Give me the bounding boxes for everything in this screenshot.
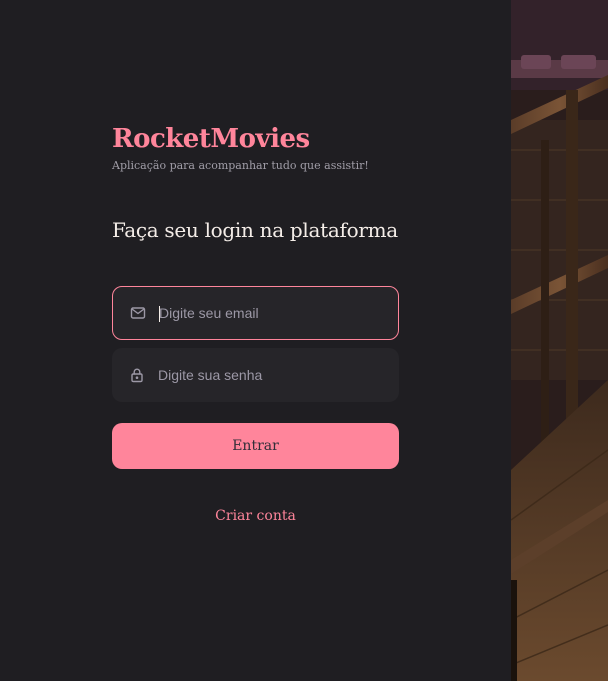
login-heading: Faça seu login na plataforma [112,218,398,242]
login-panel: RocketMovies Aplicação para acompanhar t… [0,0,511,681]
app-logo-title: RocketMovies [112,124,310,154]
password-field[interactable] [112,348,399,402]
mail-icon [130,307,146,319]
email-input[interactable] [159,287,386,339]
cinema-seats-photo [511,0,608,681]
password-input[interactable] [158,348,387,402]
text-caret [159,306,160,322]
lock-icon [131,368,143,383]
create-account-label: Criar conta [215,508,296,524]
login-submit-button[interactable]: Entrar [112,423,399,469]
create-account-link[interactable]: Criar conta [112,508,399,524]
email-field[interactable] [112,286,399,340]
app-tagline: Aplicação para acompanhar tudo que assis… [112,159,369,172]
cinema-background-image [511,0,608,681]
